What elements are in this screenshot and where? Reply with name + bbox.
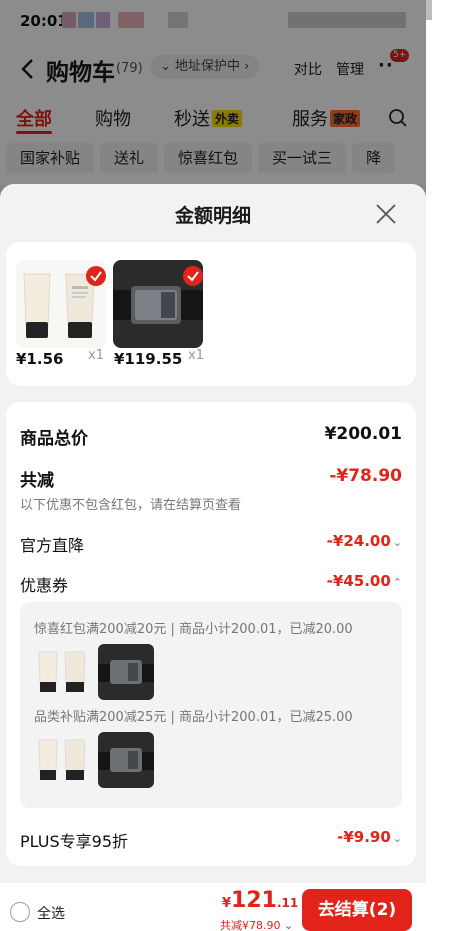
phone-screen: 20:01 购物车 (79) ⌄ 地址保护中 › 对比 管理 ·· 5+ 全部 … (0, 0, 426, 931)
select-all-radio[interactable] (10, 902, 30, 922)
chevron-down-icon: ⌄ (392, 536, 402, 549)
currency-symbol: ¥ (222, 896, 232, 911)
belt-buckle-icon (98, 644, 154, 700)
product-item[interactable] (16, 260, 106, 348)
chevron-up-icon: ⌃ (392, 576, 402, 589)
official-label: 官方直降 (20, 536, 85, 555)
select-all-label[interactable]: 全选 (37, 903, 65, 923)
scroll-indicator (426, 0, 432, 20)
saved-text: 共减¥78.90 (220, 919, 281, 931)
product-qty: x1 (188, 348, 204, 363)
coupon-label: 优惠券 (20, 576, 69, 595)
plus-label: PLUS专享95折 (20, 832, 128, 851)
saved-amount[interactable]: 共减¥78.90 ⌄ (220, 917, 293, 931)
total-price: ¥121.11 (222, 888, 299, 913)
product-item[interactable] (113, 260, 203, 348)
plus-value: -¥9.90 ⌄ (337, 828, 402, 846)
lotion-tubes-icon (34, 644, 90, 700)
product-price: ¥1.56 (16, 350, 64, 368)
total-dec: .11 (276, 896, 299, 910)
coupon-line: 品类补贴满200减25元 | 商品小计200.01，已减25.00 (34, 710, 353, 725)
amount-detail-sheet: 金额明细 ¥1.56 x1 ¥119.55 x1 商品总价 ¥200.01 共减… (0, 184, 426, 931)
belt-buckle-icon (98, 732, 154, 788)
official-amount: -¥24.00 (326, 532, 391, 550)
check-icon[interactable] (86, 266, 106, 286)
sheet-title: 金额明细 (174, 205, 251, 227)
coupon-value: -¥45.00 ⌃ (327, 572, 402, 590)
coupon-details: 惊喜红包满200减20元 | 商品小计200.01，已减20.00 品类补贴满2… (20, 602, 402, 808)
sheet-header: 金额明细 (0, 184, 426, 242)
check-icon[interactable] (183, 266, 203, 286)
price-summary-card: 商品总价 ¥200.01 共减 -¥78.90 以下优惠不包含红包，请在结算页查… (6, 402, 416, 866)
coupon-line: 惊喜红包满200减20元 | 商品小计200.01，已减20.00 (34, 622, 353, 637)
official-value: -¥24.00 ⌄ (327, 532, 402, 550)
plus-amount: -¥9.90 (337, 828, 391, 846)
product-price: ¥119.55 (114, 350, 183, 368)
discount-label: 共减 (20, 471, 54, 491)
total-int: 121 (231, 888, 277, 913)
discount-value: -¥78.90 (329, 466, 402, 486)
total-value: ¥200.01 (324, 424, 402, 444)
chevron-down-icon: ⌄ (284, 919, 294, 931)
checkout-bar: 全选 ¥121.11 共减¥78.90 ⌄ 去结算(2) (0, 883, 426, 931)
checkout-button[interactable]: 去结算(2) (302, 889, 412, 931)
products-card: ¥1.56 x1 ¥119.55 x1 (6, 242, 416, 386)
side-margin (426, 0, 472, 931)
product-qty: x1 (88, 348, 104, 363)
close-icon[interactable] (374, 202, 398, 226)
discount-note: 以下优惠不包含红包，请在结算页查看 (20, 498, 242, 513)
lotion-tubes-icon (34, 732, 90, 788)
chevron-down-icon: ⌄ (392, 832, 402, 845)
coupon-amount: -¥45.00 (326, 572, 391, 590)
total-label: 商品总价 (20, 429, 88, 449)
